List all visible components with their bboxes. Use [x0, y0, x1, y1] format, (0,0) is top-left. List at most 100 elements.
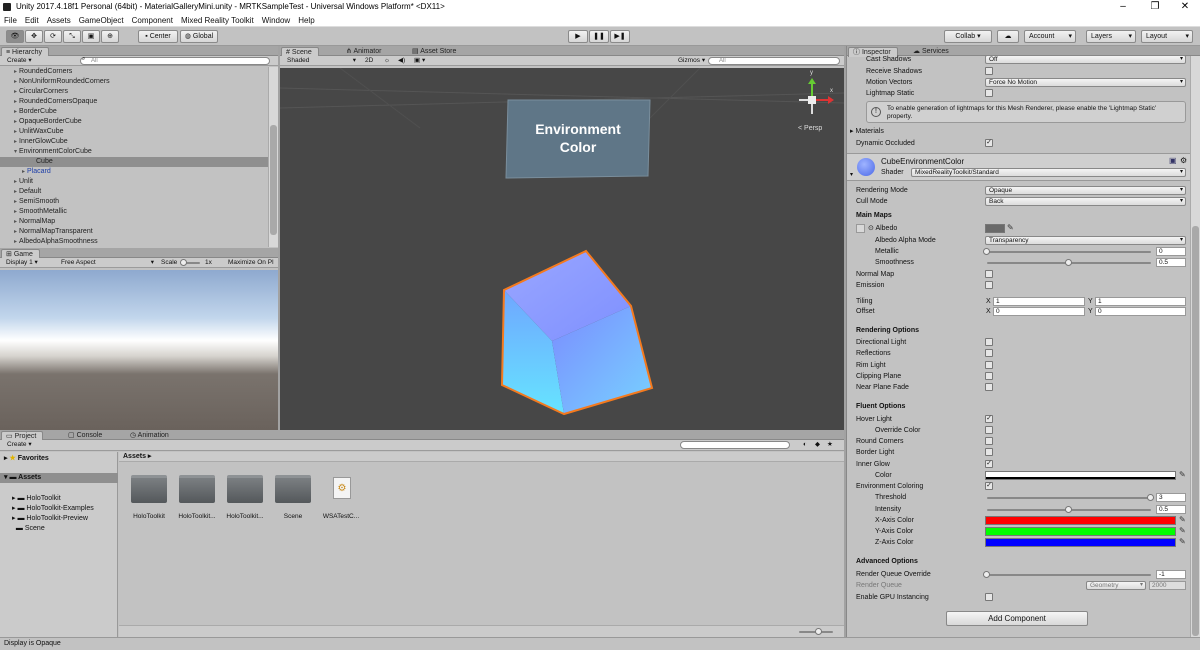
view-tool-button[interactable]: 👁	[6, 30, 24, 43]
caret-down-icon[interactable]: ▾	[850, 171, 853, 178]
hierarchy-item[interactable]: ▸ RoundedCorners	[0, 67, 268, 77]
project-search-input[interactable]	[680, 441, 790, 449]
offset-y-field[interactable]: 0	[1095, 307, 1186, 316]
albedo-texture-slot[interactable]	[856, 224, 865, 233]
gear-icon[interactable]: ⚙	[1180, 156, 1187, 165]
shading-mode-dropdown[interactable]: Shaded ▾	[284, 56, 358, 65]
inspector-scroll-thumb[interactable]	[1192, 226, 1199, 636]
filter-by-label-icon[interactable]: ◆	[812, 440, 823, 449]
caret-right-icon[interactable]: ▸	[12, 107, 19, 117]
tab-services[interactable]: ☁ Services	[909, 47, 955, 57]
tiling-x-field[interactable]: 1	[993, 297, 1085, 306]
hierarchy-scrollbar[interactable]	[268, 67, 278, 247]
hierarchy-item[interactable]: ▸ CircularCorners	[0, 87, 268, 97]
emission-checkbox[interactable]	[985, 281, 993, 289]
threshold-slider-knob[interactable]	[1147, 494, 1154, 501]
materials-foldout[interactable]: ▸ Materials	[850, 126, 884, 137]
audio-icon[interactable]: ◀)	[395, 56, 408, 65]
caret-right-icon[interactable]: ▸	[20, 167, 27, 177]
filter-by-type-icon[interactable]: ◐	[800, 440, 810, 449]
transform-tool-button[interactable]: ⊕	[101, 30, 119, 43]
hierarchy-item[interactable]: Cube	[0, 157, 268, 167]
hierarchy-create-button[interactable]: Create ▾	[4, 56, 35, 65]
eyedropper-icon[interactable]: ✎	[1179, 537, 1186, 546]
hover-light-checkbox[interactable]: ✓	[985, 415, 993, 423]
project-tree-item[interactable]: ▸ ▬ HoloToolkit	[12, 494, 61, 504]
render-queue-override-value[interactable]: -1	[1156, 570, 1186, 579]
border-light-checkbox[interactable]	[985, 448, 993, 456]
menu-item-edit[interactable]: Edit	[21, 14, 43, 27]
caret-right-icon[interactable]: ▸	[12, 137, 19, 147]
threshold-value[interactable]: 3	[1156, 493, 1186, 502]
project-tree-item[interactable]: ▬ Scene	[12, 524, 45, 534]
hierarchy-item[interactable]: ▸ NonUniformRoundedCorners	[0, 77, 268, 87]
pivot-global-button[interactable]: ◍ Global	[180, 30, 218, 43]
menu-item-help[interactable]: Help	[294, 14, 318, 27]
inner-glow-color-field[interactable]	[985, 471, 1176, 480]
hierarchy-item[interactable]: ▸ Unlit	[0, 177, 268, 187]
hierarchy-item[interactable]: ▸ SemiSmooth	[0, 197, 268, 207]
breadcrumb-assets[interactable]: Assets ▸	[123, 452, 151, 462]
cloud-button[interactable]: ☁	[997, 30, 1019, 43]
hierarchy-item[interactable]: ▸ AlbedoAlphaSmoothness	[0, 237, 268, 247]
play-button[interactable]: ▶	[568, 30, 588, 43]
albedo-alpha-mode-dropdown[interactable]: Transparency	[985, 236, 1186, 245]
clipping-plane-checkbox[interactable]	[985, 372, 993, 380]
threshold-slider[interactable]	[987, 497, 1151, 499]
collab-button[interactable]: Collab ▾	[944, 30, 992, 43]
menu-item-window[interactable]: Window	[258, 14, 294, 27]
move-tool-button[interactable]: ✥	[25, 30, 43, 43]
hierarchy-item[interactable]: ▾ EnvironmentColorCube	[0, 147, 268, 157]
step-button[interactable]: ▶❚	[610, 30, 630, 43]
favorites-item[interactable]: ▸ ★ Favorites	[4, 454, 49, 464]
menu-item-file[interactable]: File	[0, 14, 21, 27]
z-axis-color-field[interactable]	[985, 538, 1176, 547]
intensity-value[interactable]: 0.5	[1156, 505, 1186, 514]
project-file-item[interactable]: ⚙ WSATestC...	[323, 473, 373, 523]
caret-right-icon[interactable]: ▸	[12, 127, 19, 137]
gizmos-dropdown[interactable]: Gizmos ▾	[675, 56, 708, 65]
rect-tool-button[interactable]: ▣	[82, 30, 100, 43]
menu-item-assets[interactable]: Assets	[43, 14, 75, 27]
hierarchy-item[interactable]: ▸ Default	[0, 187, 268, 197]
directional-light-checkbox[interactable]	[985, 338, 993, 346]
maximize-button[interactable]: ❐	[1140, 0, 1170, 14]
book-icon[interactable]: ▣	[1169, 156, 1177, 165]
metallic-slider[interactable]	[987, 251, 1151, 253]
reflections-checkbox[interactable]	[985, 349, 993, 357]
hierarchy-item[interactable]: ▸ SmoothMetallic	[0, 207, 268, 217]
display-dropdown[interactable]: Display 1 ▾	[3, 258, 41, 267]
game-view[interactable]	[0, 270, 278, 430]
layout-dropdown[interactable]: Layout ▾	[1141, 30, 1193, 43]
project-tree-item[interactable]: ▸ ▬ HoloToolkit-Examples	[12, 504, 94, 514]
hierarchy-item[interactable]: ▸ Placard	[0, 167, 268, 177]
menu-item-component[interactable]: Component	[128, 14, 177, 27]
2d-toggle[interactable]: 2D	[362, 56, 376, 65]
hierarchy-item[interactable]: ▸ UnlitWaxCube	[0, 127, 268, 137]
y-axis-color-field[interactable]	[985, 527, 1176, 536]
perspective-label[interactable]: < Persp	[798, 125, 822, 132]
caret-right-icon[interactable]: ▸	[12, 217, 19, 227]
caret-right-icon[interactable]: ▸	[12, 77, 19, 87]
hierarchy-item[interactable]: ▸ InnerGlowCube	[0, 137, 268, 147]
scene-orientation-gizmo[interactable]	[799, 78, 834, 114]
rim-light-checkbox[interactable]	[985, 361, 993, 369]
receive-shadows-checkbox[interactable]	[985, 67, 993, 75]
hierarchy-item[interactable]: ▸ RoundedCornersOpaque	[0, 97, 268, 107]
offset-x-field[interactable]: 0	[993, 307, 1085, 316]
inspector-scrollbar[interactable]	[1190, 56, 1200, 637]
eyedropper-icon[interactable]: ✎	[1179, 526, 1186, 535]
hierarchy-item[interactable]: ▸ BorderCube	[0, 107, 268, 117]
near-plane-fade-checkbox[interactable]	[985, 383, 993, 391]
caret-right-icon[interactable]: ▸	[12, 227, 19, 237]
x-axis-color-field[interactable]	[985, 516, 1176, 525]
smoothness-slider-knob[interactable]	[1065, 259, 1072, 266]
caret-right-icon[interactable]: ▸	[12, 97, 19, 107]
cube-object[interactable]	[500, 249, 654, 416]
dynamic-occluded-checkbox[interactable]: ✓	[985, 139, 993, 147]
enable-gpu-instancing-checkbox[interactable]	[985, 593, 993, 601]
render-queue-mode-dropdown[interactable]: Geometry	[1086, 581, 1146, 590]
smoothness-value[interactable]: 0.5	[1156, 258, 1186, 267]
shader-dropdown[interactable]: MixedRealityToolkit/Standard	[911, 168, 1186, 177]
maximize-on-play-toggle[interactable]: Maximize On Pl	[225, 258, 277, 267]
